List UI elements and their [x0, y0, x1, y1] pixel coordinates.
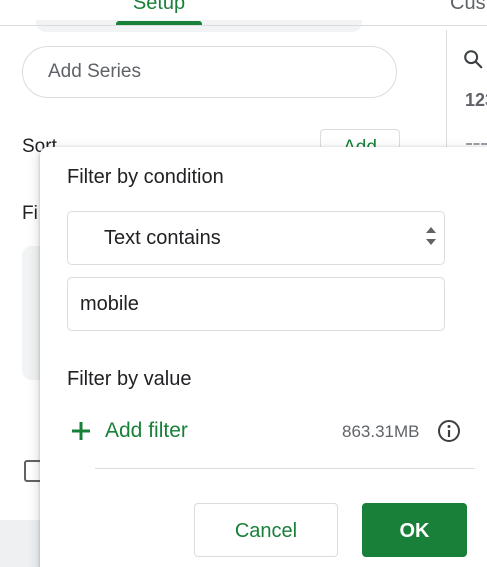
add-series-button[interactable]: Add Series [22, 46, 397, 98]
data-size-label: 863.31MB [342, 422, 420, 441]
plus-icon [72, 422, 90, 440]
side-panel-divider [446, 30, 447, 150]
ok-button[interactable]: OK [362, 503, 467, 557]
tabs-divider [0, 25, 487, 26]
popup-divider [95, 468, 475, 469]
field-type-label: 123 [465, 90, 487, 110]
condition-select-value: Text contains [104, 227, 221, 249]
filter-value-title: Filter by value [67, 368, 192, 390]
screen: Setup Cus Add Series Sort Add Fi 123 Fil… [0, 0, 487, 567]
filter-condition-title: Filter by condition [67, 166, 224, 188]
condition-value-input[interactable] [67, 277, 445, 331]
cancel-button[interactable]: Cancel [194, 503, 338, 557]
condition-select[interactable]: Text contains [67, 211, 445, 265]
tab-customize[interactable]: Cus [450, 0, 486, 14]
filter-popup: Filter by condition Text contains Filter… [40, 147, 487, 567]
info-icon[interactable] [437, 419, 461, 443]
filter-heading: Fi [22, 203, 38, 224]
search-icon[interactable] [462, 48, 484, 70]
add-filter-button[interactable]: Add filter [70, 415, 188, 447]
add-filter-label: Add filter [105, 419, 188, 442]
select-arrows-icon [426, 227, 436, 245]
